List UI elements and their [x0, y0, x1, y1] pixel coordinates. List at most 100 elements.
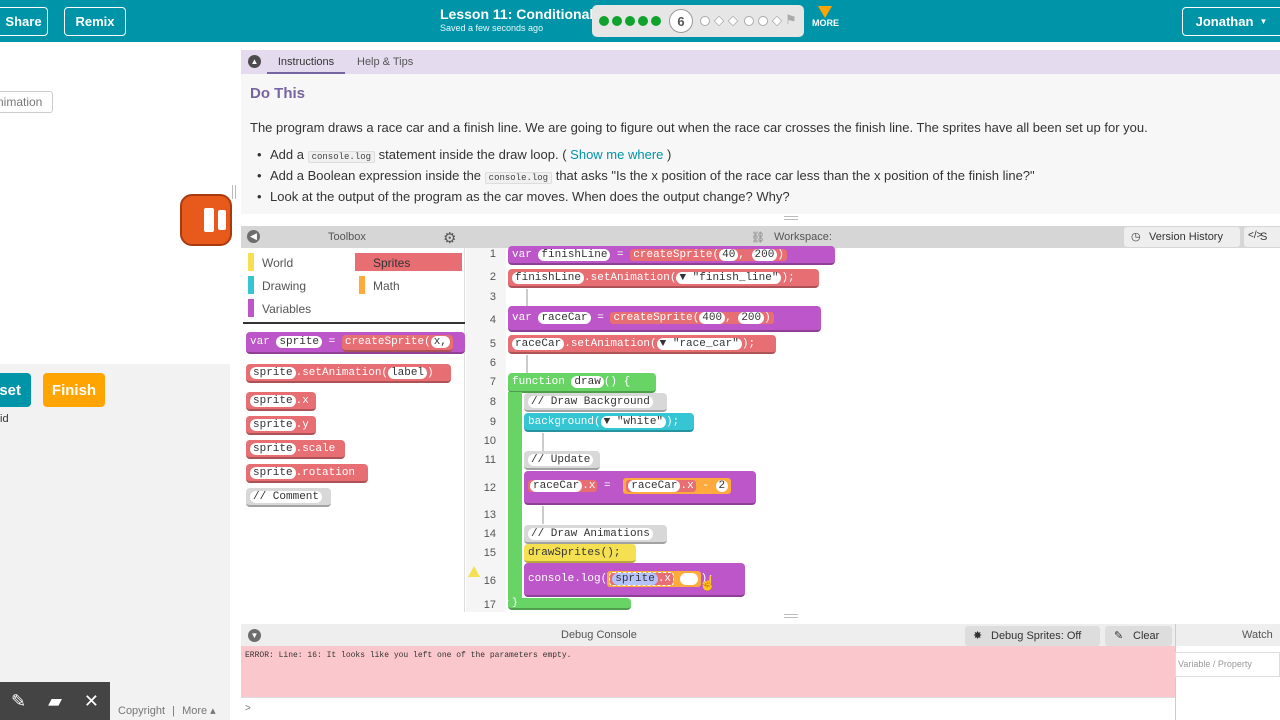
block-sprite-scale[interactable]: sprite .scale: [246, 440, 345, 459]
reset-button[interactable]: set: [0, 373, 31, 407]
watch-input[interactable]: Variable / Property: [1175, 652, 1280, 677]
function-body-rail: [508, 392, 522, 600]
instruction-bullet: Add a Boolean expression inside the cons…: [257, 168, 1035, 184]
block-comment[interactable]: // Comment: [246, 488, 331, 507]
block-sprite-rotation[interactable]: sprite .rotation: [246, 464, 368, 483]
level-dot[interactable]: [700, 16, 710, 26]
instruction-bullet: Add a console.log statement inside the d…: [257, 147, 671, 163]
line-number: 3: [489, 291, 496, 303]
level-dot[interactable]: [625, 16, 635, 26]
debug-sprites-button[interactable]: ✸ Debug Sprites: Off: [965, 626, 1100, 646]
line-number: 12: [483, 482, 496, 494]
remix-button[interactable]: Remix: [64, 7, 126, 36]
collapse-icon[interactable]: ▲: [248, 55, 261, 68]
level-dot[interactable]: [612, 16, 622, 26]
hand-cursor-icon: ☝: [699, 575, 717, 591]
toolbox-header: Toolbox: [241, 226, 465, 248]
level-dot[interactable]: [744, 16, 754, 26]
tab-instructions[interactable]: Instructions: [267, 50, 345, 74]
collapse-toolbox-icon[interactable]: ◀: [247, 230, 260, 243]
current-level-bubble[interactable]: 6: [669, 9, 693, 33]
resize-handle[interactable]: [784, 614, 798, 618]
drawing-tools: ✎ ▰ ✕: [0, 682, 110, 720]
category-swatch: [359, 276, 365, 294]
category-variables[interactable]: Variables: [244, 299, 354, 317]
block-sprite-y[interactable]: sprite .y: [246, 416, 316, 435]
line-number: 17: [483, 599, 496, 611]
line-number: 5: [489, 338, 496, 350]
function-draw-block[interactable]: function draw() {: [508, 373, 656, 393]
resize-handle[interactable]: [232, 185, 236, 199]
line-number: 1: [489, 248, 496, 260]
instructions-heading: Do This: [250, 85, 305, 102]
gear-icon[interactable]: ⚙: [443, 229, 456, 247]
copyright-link[interactable]: Copyright: [118, 705, 165, 717]
more-button[interactable]: MORE: [812, 6, 839, 28]
close-icon[interactable]: ✕: [84, 691, 99, 712]
comment-draw-background[interactable]: // Draw Background: [524, 393, 667, 412]
code-block-var-racecar[interactable]: var raceCar = createSprite(400, 200): [508, 306, 821, 332]
line-number: 13: [483, 509, 496, 521]
user-menu-button[interactable]: Jonathan ▼: [1182, 7, 1280, 36]
block-sprite-x[interactable]: sprite .x: [246, 392, 316, 411]
category-swatch: [248, 276, 254, 294]
level-diamond[interactable]: [727, 15, 739, 27]
code-block-set-animation-finishline[interactable]: finishLine .setAnimation(▼ "finish_line")…: [508, 269, 819, 288]
debug-console-title: Debug Console: [561, 629, 637, 641]
line-number: 16: [483, 575, 496, 587]
instruction-bullet: Look at the output of the program as the…: [257, 189, 790, 204]
category-math[interactable]: Math: [355, 276, 462, 294]
category-drawing[interactable]: Drawing: [244, 276, 354, 294]
flag-icon[interactable]: ⚑: [785, 12, 797, 28]
finish-button[interactable]: Finish: [43, 373, 105, 407]
level-dot[interactable]: [599, 16, 609, 26]
code-block-set-animation-racecar[interactable]: raceCar .setAnimation(▼ "race_car");: [508, 335, 776, 354]
user-name: Jonathan: [1195, 14, 1254, 29]
more-link[interactable]: More ▴: [182, 705, 216, 717]
bug-icon: ✸: [973, 630, 983, 642]
level-progress: 6 ⚑: [592, 5, 804, 37]
comment-update[interactable]: // Update: [524, 451, 600, 470]
animation-tab-chip[interactable]: nimation: [0, 91, 53, 113]
level-diamond[interactable]: [771, 15, 783, 27]
instructions-paragraph: The program draws a race car and a finis…: [250, 120, 1148, 135]
show-me-where-link[interactable]: Show me where: [570, 147, 663, 162]
chevron-down-icon: [818, 6, 832, 18]
line-number: 11: [484, 454, 496, 466]
level-dot[interactable]: [758, 16, 768, 26]
code-block-var-finishline[interactable]: var finishLine = createSprite(40, 200): [508, 246, 835, 265]
background-call-block[interactable]: background(▼ "white");: [524, 413, 694, 432]
tab-help-tips[interactable]: Help & Tips: [357, 56, 413, 68]
line-number: 15: [483, 547, 496, 559]
category-world[interactable]: World: [244, 253, 354, 271]
share-button[interactable]: Share: [0, 7, 48, 36]
show-code-button[interactable]: </> S: [1244, 227, 1280, 247]
line-number: 4: [489, 314, 496, 326]
pencil-icon[interactable]: ✎: [11, 691, 26, 712]
eraser-icon: ✎: [1114, 630, 1124, 642]
block-set-animation[interactable]: sprite .setAnimation(label): [246, 364, 451, 383]
category-sprites[interactable]: Sprites: [355, 253, 462, 271]
level-dot[interactable]: [651, 16, 661, 26]
block-connector: [526, 355, 528, 373]
empty-parameter-slot[interactable]: [679, 573, 698, 585]
block-var-create-sprite[interactable]: var sprite = createSprite(x,: [246, 332, 465, 354]
top-bar: Share Remix Lesson 11: Conditionals Save…: [0, 0, 1280, 42]
category-swatch: [359, 253, 365, 271]
draw-sprites-block[interactable]: drawSprites();: [524, 544, 636, 563]
level-dot[interactable]: [638, 16, 648, 26]
collapse-icon[interactable]: ▼: [248, 629, 261, 642]
resize-handle[interactable]: [784, 216, 798, 220]
error-message: ERROR: Line: 16: It looks like you left …: [245, 651, 572, 660]
level-diamond[interactable]: [713, 15, 725, 27]
assignment-racecar-x[interactable]: raceCar .x = raceCar .x - 2: [524, 471, 756, 505]
version-history-button[interactable]: ◷ Version History: [1124, 227, 1240, 247]
block-connector: [542, 506, 544, 524]
block-connector: [526, 289, 528, 307]
clear-button[interactable]: ✎ Clear: [1105, 626, 1172, 646]
comment-draw-animations[interactable]: // Draw Animations: [524, 525, 667, 544]
line-number: 10: [483, 435, 496, 447]
console-input[interactable]: >: [241, 697, 1175, 720]
eraser-icon[interactable]: ▰: [48, 691, 62, 712]
line-number: 9: [489, 416, 496, 428]
